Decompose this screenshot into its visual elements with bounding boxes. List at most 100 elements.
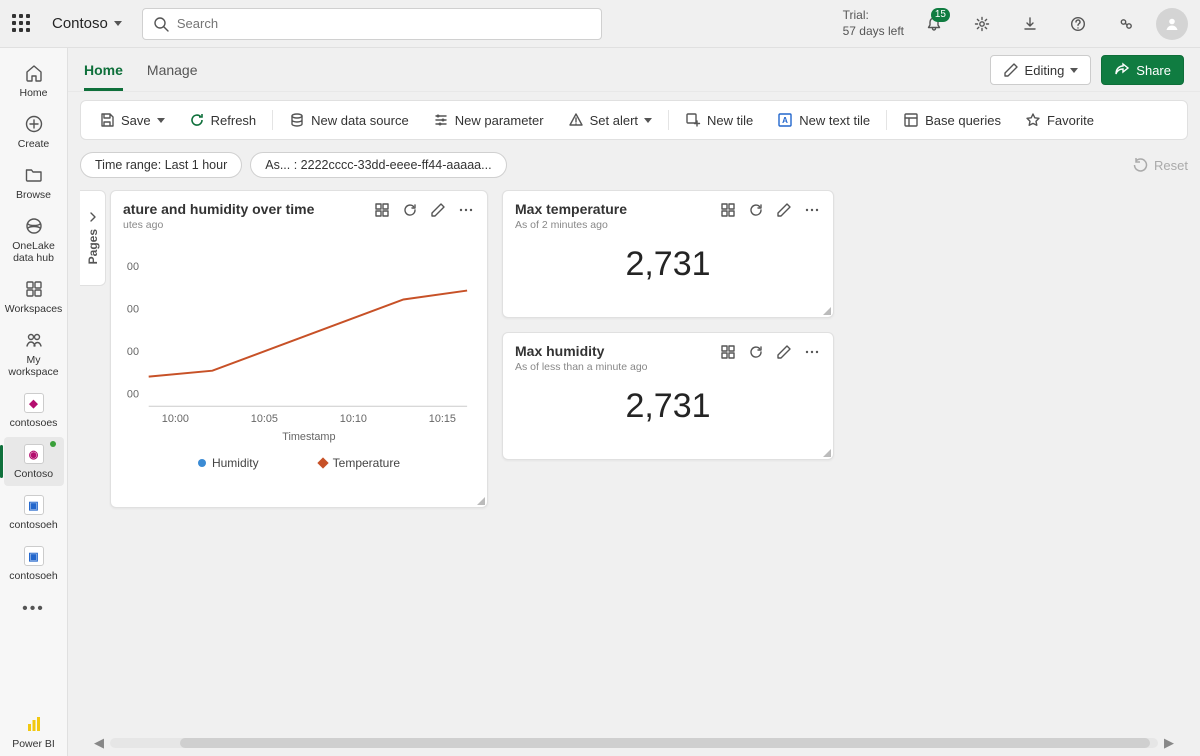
share-button[interactable]: Share bbox=[1101, 55, 1184, 85]
separator bbox=[886, 110, 887, 130]
refresh-button[interactable]: Refresh bbox=[179, 108, 267, 132]
tile-more-button[interactable] bbox=[803, 343, 821, 361]
tab-home[interactable]: Home bbox=[84, 52, 123, 91]
chart-legend: Humidity Temperature bbox=[121, 450, 477, 478]
time-range-pill[interactable]: Time range: Last 1 hour bbox=[80, 152, 242, 178]
workspace-switcher[interactable]: Contoso bbox=[44, 11, 130, 36]
tile-edit-button[interactable] bbox=[775, 343, 793, 361]
editing-mode-button[interactable]: Editing bbox=[990, 55, 1092, 85]
notification-badge: 15 bbox=[931, 8, 950, 22]
svg-text:Timestamp: Timestamp bbox=[282, 431, 335, 443]
account-avatar[interactable] bbox=[1156, 8, 1188, 40]
resize-handle[interactable] bbox=[823, 449, 831, 457]
workspace-tile-icon: ◉ bbox=[24, 444, 44, 464]
scroll-right-icon[interactable]: ▶ bbox=[1162, 736, 1176, 750]
nav-power-bi[interactable]: Power BI bbox=[4, 707, 64, 756]
nav-more[interactable]: ••• bbox=[22, 590, 45, 628]
save-icon bbox=[99, 112, 115, 128]
nav-my-workspace[interactable]: My workspace bbox=[4, 323, 64, 384]
nav-ws-contosoeh-2[interactable]: ▣ contosoeh bbox=[4, 539, 64, 588]
tile-edit-button[interactable] bbox=[429, 201, 447, 219]
chart-body: 00 00 00 00 10:00 10:05 10:10 bbox=[111, 233, 487, 484]
nav-ws-contoso[interactable]: ◉ Contoso bbox=[4, 437, 64, 486]
new-text-tile-button[interactable]: A New text tile bbox=[767, 108, 880, 132]
horizontal-scrollbar[interactable]: ◀ ▶ bbox=[92, 736, 1176, 750]
person-icon bbox=[1164, 16, 1180, 32]
save-button[interactable]: Save bbox=[89, 108, 175, 132]
legend-marker-icon bbox=[198, 459, 206, 467]
workspaces-icon bbox=[24, 279, 44, 299]
folder-icon bbox=[24, 165, 44, 185]
settings-button[interactable] bbox=[964, 6, 1000, 42]
base-queries-button[interactable]: Base queries bbox=[893, 108, 1011, 132]
legend-marker-icon bbox=[317, 457, 328, 468]
chevron-down-icon bbox=[114, 21, 122, 26]
nav-create[interactable]: Create bbox=[4, 107, 64, 156]
nav-ws-contosoes[interactable]: ◆ contosoes bbox=[4, 386, 64, 435]
dashboard-canvas[interactable]: ature and humidity over time utes ago bbox=[80, 184, 1188, 756]
left-nav: Home Create Browse OneLake data hub Work… bbox=[0, 48, 68, 756]
notifications-button[interactable]: 15 bbox=[916, 6, 952, 42]
tile-explore-button[interactable] bbox=[719, 201, 737, 219]
pencil-icon bbox=[1003, 62, 1019, 78]
svg-text:00: 00 bbox=[127, 346, 139, 358]
tile-subtitle: utes ago bbox=[123, 219, 314, 231]
tile-refresh-button[interactable] bbox=[747, 343, 765, 361]
new-data-source-button[interactable]: New data source bbox=[279, 108, 419, 132]
tile-edit-button[interactable] bbox=[775, 201, 793, 219]
pages-panel-toggle[interactable]: Pages bbox=[80, 190, 106, 286]
more-icon bbox=[804, 344, 820, 360]
star-icon bbox=[1025, 112, 1041, 128]
tile-refresh-button[interactable] bbox=[747, 201, 765, 219]
max-humidity-tile[interactable]: Max humidity As of less than a minute ag… bbox=[502, 332, 834, 460]
legend-temperature[interactable]: Temperature bbox=[319, 456, 400, 470]
legend-humidity[interactable]: Humidity bbox=[198, 456, 259, 470]
tile-explore-button[interactable] bbox=[719, 343, 737, 361]
tile-more-button[interactable] bbox=[803, 201, 821, 219]
nav-browse[interactable]: Browse bbox=[4, 158, 64, 207]
max-temperature-tile[interactable]: Max temperature As of 2 minutes ago 2,73… bbox=[502, 190, 834, 318]
nav-home[interactable]: Home bbox=[4, 56, 64, 105]
chart-tile[interactable]: ature and humidity over time utes ago bbox=[110, 190, 488, 508]
active-dot-icon bbox=[50, 441, 56, 447]
svg-text:00: 00 bbox=[127, 261, 139, 273]
svg-text:10:05: 10:05 bbox=[251, 413, 278, 425]
reset-button[interactable]: Reset bbox=[1132, 157, 1188, 173]
download-button[interactable] bbox=[1012, 6, 1048, 42]
search-icon bbox=[153, 16, 169, 32]
separator bbox=[668, 110, 669, 130]
scroll-track[interactable] bbox=[110, 738, 1158, 748]
tab-manage[interactable]: Manage bbox=[147, 52, 198, 91]
resize-handle[interactable] bbox=[477, 497, 485, 505]
search-box[interactable] bbox=[142, 8, 602, 40]
search-input[interactable] bbox=[177, 16, 591, 31]
nav-onelake[interactable]: OneLake data hub bbox=[4, 209, 64, 270]
set-alert-button[interactable]: Set alert bbox=[558, 108, 662, 132]
feedback-button[interactable] bbox=[1108, 6, 1144, 42]
new-tile-button[interactable]: New tile bbox=[675, 108, 763, 132]
reset-icon bbox=[1132, 157, 1148, 173]
new-parameter-button[interactable]: New parameter bbox=[423, 108, 554, 132]
refresh-icon bbox=[748, 344, 764, 360]
svg-text:A: A bbox=[782, 116, 788, 125]
asset-pill[interactable]: As... : 2222cccc-33dd-eeee-ff44-aaaaa... bbox=[250, 152, 506, 178]
scroll-thumb[interactable] bbox=[180, 738, 1150, 748]
refresh-icon bbox=[402, 202, 418, 218]
tile-more-button[interactable] bbox=[457, 201, 475, 219]
nav-workspaces[interactable]: Workspaces bbox=[4, 272, 64, 321]
scroll-left-icon[interactable]: ◀ bbox=[92, 736, 106, 750]
tile-plus-icon bbox=[685, 112, 701, 128]
tile-refresh-button[interactable] bbox=[401, 201, 419, 219]
app-launcher-icon[interactable] bbox=[12, 14, 32, 34]
pages-label: Pages bbox=[86, 229, 100, 264]
resize-handle[interactable] bbox=[823, 307, 831, 315]
workspace-name: Contoso bbox=[52, 15, 108, 32]
tile-explore-button[interactable] bbox=[373, 201, 391, 219]
dashboard-canvas-wrap: Pages ature and humidity over time utes … bbox=[80, 184, 1188, 756]
favorite-button[interactable]: Favorite bbox=[1015, 108, 1104, 132]
nav-ws-contosoeh-1[interactable]: ▣ contosoeh bbox=[4, 488, 64, 537]
help-button[interactable] bbox=[1060, 6, 1096, 42]
database-icon bbox=[289, 112, 305, 128]
svg-text:00: 00 bbox=[127, 303, 139, 315]
workspace-tile-icon: ▣ bbox=[24, 546, 44, 566]
